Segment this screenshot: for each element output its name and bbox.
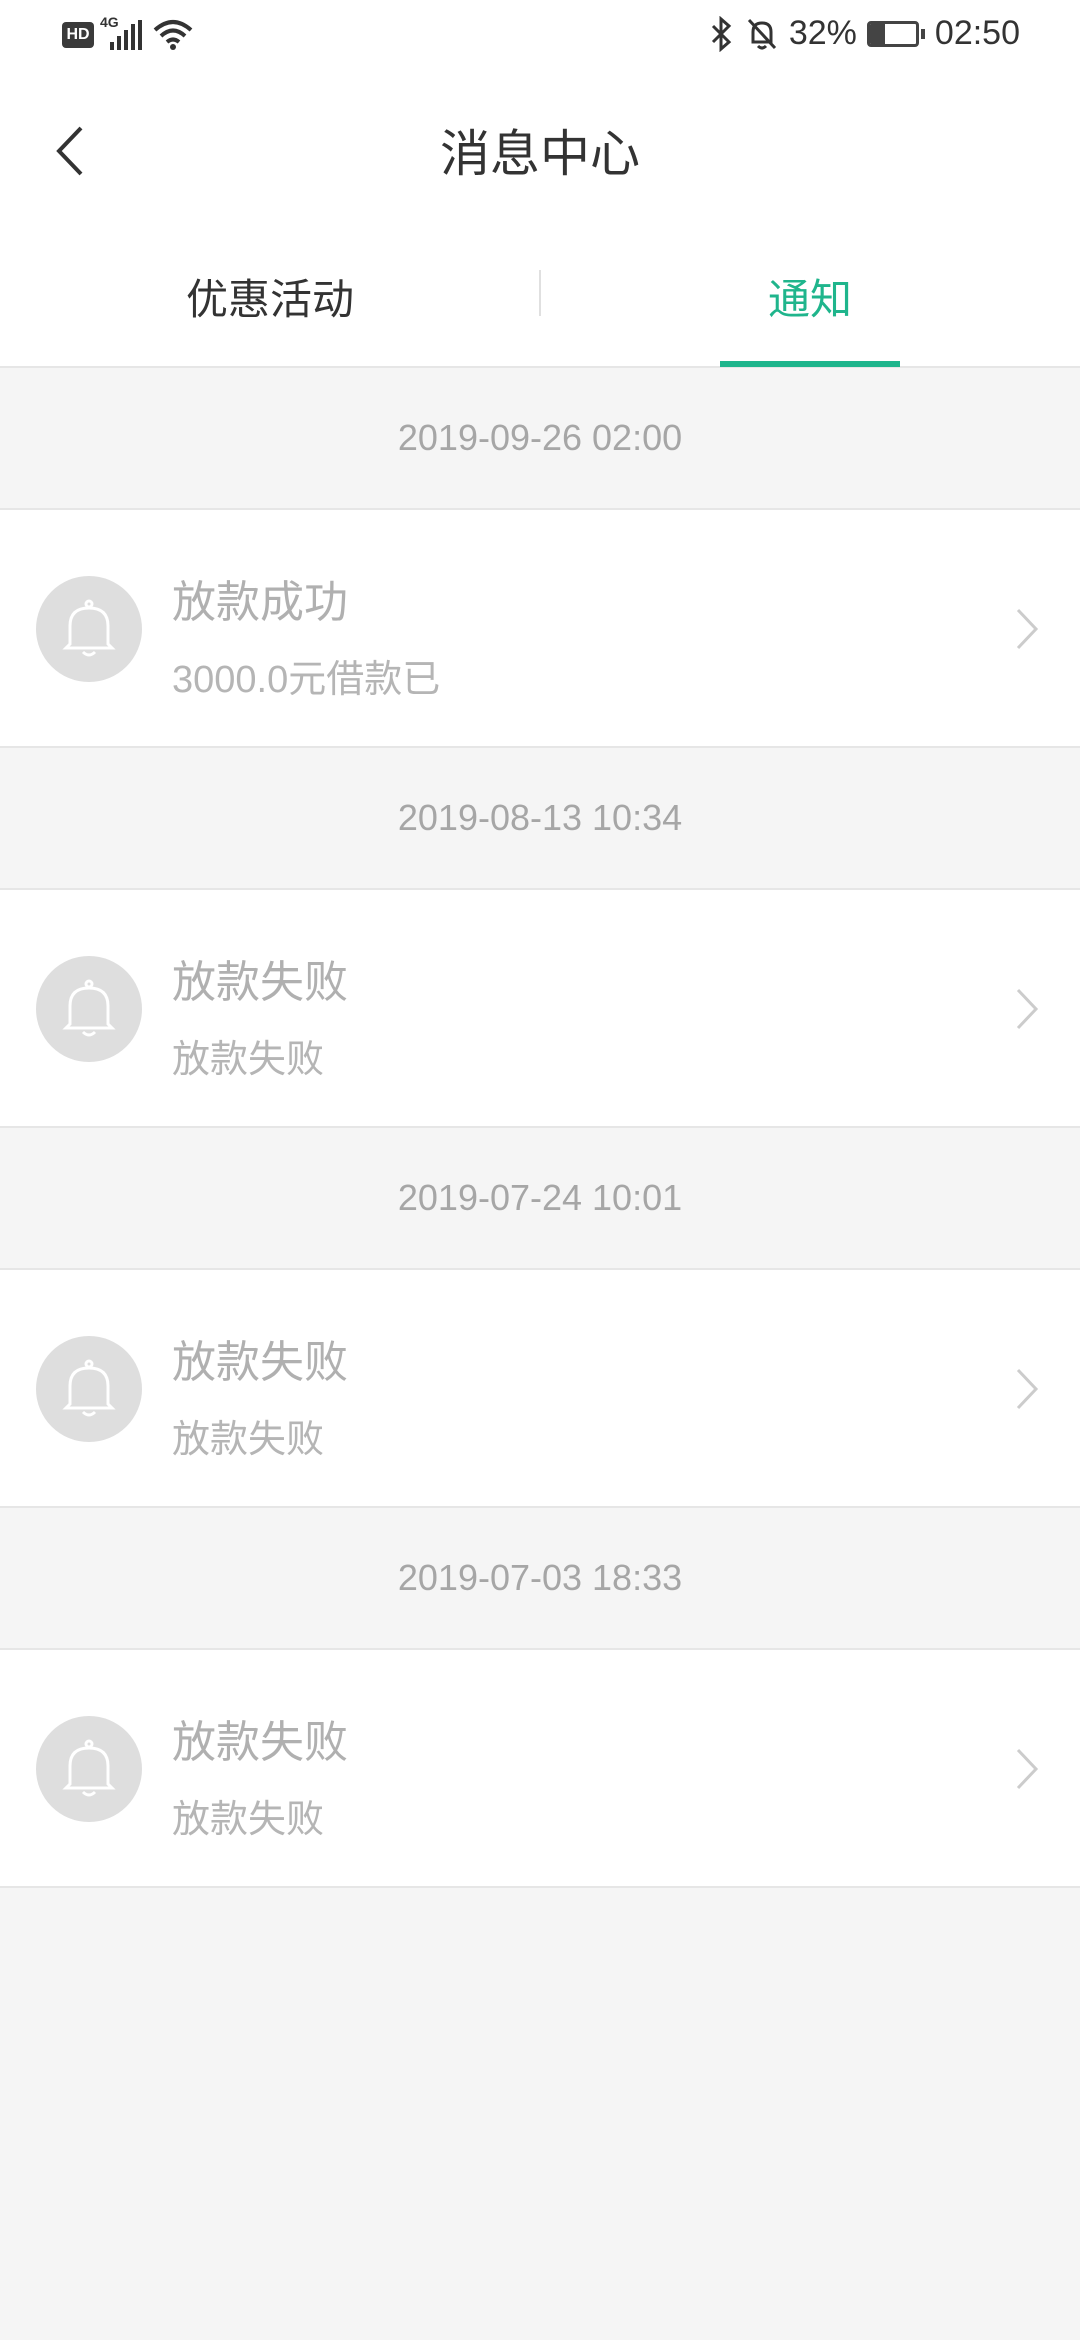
- chevron-right-icon: [1016, 608, 1039, 650]
- battery-level-fill: [869, 23, 885, 44]
- bell-icon: [36, 1716, 142, 1822]
- active-tab-indicator: [720, 361, 900, 367]
- bell-icon: [36, 1336, 142, 1442]
- message-body: 3000.0元借款已: [172, 659, 441, 701]
- tab-bar: 优惠活动 通知: [0, 224, 1080, 368]
- status-time: 02:50: [934, 14, 1020, 52]
- message-title: 放款失败: [172, 958, 348, 1007]
- bluetooth-icon: [707, 15, 735, 52]
- mute-bell-icon: [745, 16, 779, 52]
- tab-promotions[interactable]: 优惠活动: [0, 224, 540, 368]
- list-item[interactable]: 放款失败 放款失败: [0, 1270, 1080, 1508]
- list-item[interactable]: 放款成功 3000.0元借款已: [0, 510, 1080, 748]
- chevron-right-icon: [1016, 1368, 1039, 1410]
- page-title: 消息中心: [440, 126, 640, 182]
- message-list: 2019-09-26 02:00 放款成功 3000.0元借款已 2019-08…: [0, 368, 1080, 1888]
- signal-icon: 4G: [100, 14, 146, 52]
- wifi-icon: [152, 18, 194, 52]
- message-title: 放款成功: [172, 578, 348, 627]
- message-title: 放款失败: [172, 1718, 348, 1767]
- message-body: 放款失败: [172, 1039, 325, 1081]
- hd-icon: HD: [62, 22, 94, 48]
- list-item[interactable]: 放款失败 放款失败: [0, 890, 1080, 1128]
- battery-icon: [866, 20, 925, 47]
- app-header: 消息中心: [0, 76, 1080, 224]
- tab-notifications[interactable]: 通知: [540, 224, 1080, 368]
- status-left: HD 4G: [62, 14, 194, 52]
- status-bar: HD 4G 32% 02:50: [0, 0, 1080, 76]
- chevron-right-icon: [1016, 988, 1039, 1030]
- message-date: 2019-07-03 18:33: [0, 1508, 1080, 1650]
- message-date: 2019-09-26 02:00: [0, 368, 1080, 510]
- message-body: 放款失败: [172, 1419, 325, 1461]
- message-title: 放款失败: [172, 1338, 348, 1387]
- message-body: 放款失败: [172, 1799, 325, 1841]
- list-item[interactable]: 放款失败 放款失败: [0, 1650, 1080, 1888]
- chevron-right-icon: [1016, 1748, 1039, 1790]
- message-date: 2019-07-24 10:01: [0, 1128, 1080, 1270]
- bell-icon: [36, 576, 142, 682]
- battery-percent: 32%: [788, 14, 857, 52]
- bell-icon: [36, 956, 142, 1062]
- message-date: 2019-08-13 10:34: [0, 748, 1080, 890]
- status-right: 32% 02:50: [707, 14, 1020, 53]
